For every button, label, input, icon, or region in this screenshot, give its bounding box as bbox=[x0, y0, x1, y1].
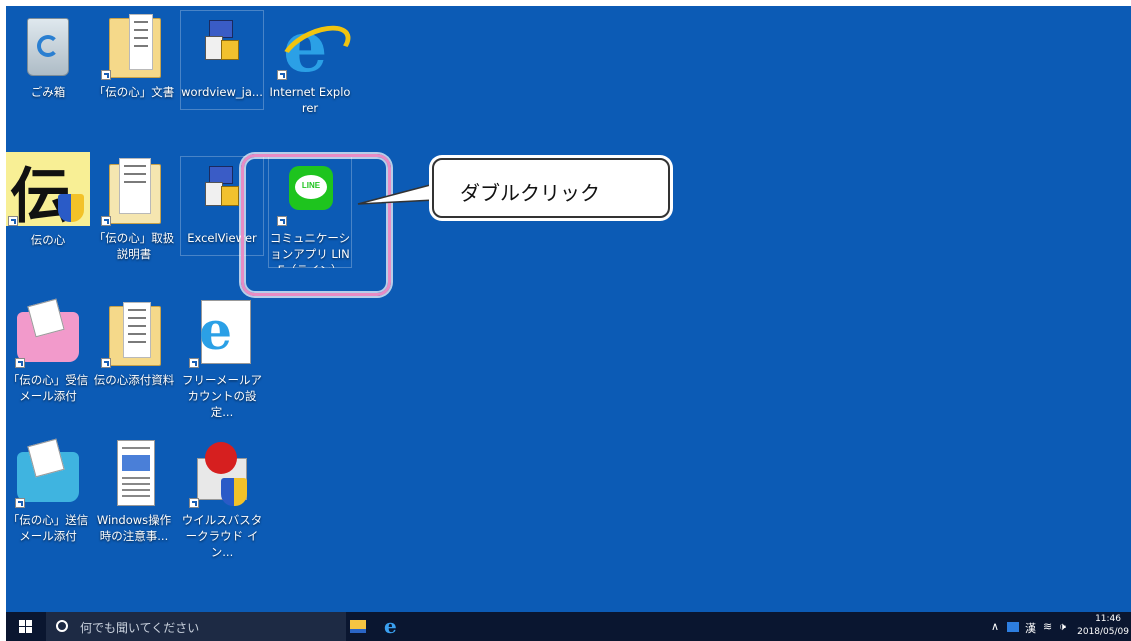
icon-label: ウイルスバスタークラウド イン... bbox=[181, 513, 263, 559]
blue-folder-icon bbox=[13, 438, 83, 508]
icon-label: Windows操作時の注意事... bbox=[96, 513, 172, 543]
wifi-icon[interactable]: ≋ bbox=[1043, 620, 1052, 633]
shortcut-arrow-icon bbox=[277, 70, 287, 80]
denshin-shortcut[interactable]: 伝 伝の心 bbox=[6, 152, 90, 248]
uac-shield-icon bbox=[58, 194, 84, 222]
denshin-docs-shortcut[interactable]: 「伝の心」文書 bbox=[92, 10, 176, 100]
received-attach-shortcut[interactable]: 「伝の心」受信メール添付 bbox=[6, 298, 90, 404]
attached-docs-shortcut[interactable]: 伝の心添付資料 bbox=[92, 298, 176, 388]
icon-label: wordview_ja... bbox=[181, 85, 263, 99]
search-input[interactable]: 何でも聞いてください ⏺ bbox=[46, 612, 358, 641]
instruction-callout: ダブルクリック bbox=[432, 158, 670, 218]
taskbar: 何でも聞いてください ⏺ e ∧ 漢 ≋ 🕩 11:46 2018/05/09 bbox=[6, 612, 1131, 641]
icon-label: ごみ箱 bbox=[30, 85, 66, 99]
icon-label: 「伝の心」受信メール添付 bbox=[7, 373, 89, 403]
icon-label: 「伝の心」取扱説明書 bbox=[93, 231, 175, 261]
recycle-bin-shortcut[interactable]: ごみ箱 bbox=[6, 10, 90, 100]
edge-browser-icon[interactable]: e bbox=[384, 614, 397, 638]
free-mail-shortcut[interactable]: e フリーメールアカウントの設定... bbox=[180, 298, 264, 420]
denshin-manual-shortcut[interactable]: 「伝の心」取扱説明書 bbox=[92, 156, 176, 262]
internet-explorer-icon: e bbox=[274, 10, 358, 82]
document-icon bbox=[99, 438, 169, 508]
windows-notes-shortcut[interactable]: Windows操作時の注意事... bbox=[92, 438, 176, 544]
manual-document-icon bbox=[99, 156, 169, 226]
icon-label: 「伝の心」送信メール添付 bbox=[7, 513, 89, 543]
desktop: ごみ箱 「伝の心」文書 wordview_ja... e Internet Ex… bbox=[6, 6, 1131, 612]
internet-explorer-shortcut[interactable]: e Internet Explorer bbox=[268, 10, 358, 116]
shortcut-arrow-icon bbox=[15, 358, 25, 368]
highlight-ring bbox=[241, 154, 391, 296]
file-explorer-icon[interactable] bbox=[350, 620, 366, 633]
icon-label: Internet Explorer bbox=[269, 85, 351, 115]
shortcut-arrow-icon bbox=[8, 216, 18, 226]
clock-date[interactable]: 2018/05/09 bbox=[1077, 627, 1129, 637]
icon-label: フリーメールアカウントの設定... bbox=[181, 373, 263, 419]
folder-icon bbox=[99, 10, 169, 80]
show-hidden-icons-button[interactable]: ∧ bbox=[991, 620, 999, 633]
clock-time[interactable]: 11:46 bbox=[1095, 614, 1121, 624]
shortcut-arrow-icon bbox=[189, 358, 199, 368]
callout-text: ダブルクリック bbox=[460, 181, 600, 205]
shortcut-arrow-icon bbox=[101, 216, 111, 226]
shortcut-arrow-icon bbox=[15, 498, 25, 508]
folder-icon bbox=[99, 298, 169, 368]
cortana-icon bbox=[56, 620, 68, 632]
sent-attach-shortcut[interactable]: 「伝の心」送信メール添付 bbox=[6, 438, 90, 544]
icon-label: 伝の心添付資料 bbox=[93, 373, 175, 387]
ie-document-icon: e bbox=[187, 298, 257, 368]
wordview-shortcut[interactable]: wordview_ja... bbox=[180, 10, 264, 110]
search-placeholder: 何でも聞いてください bbox=[80, 621, 200, 635]
virusbuster-icon bbox=[187, 438, 257, 508]
pink-folder-icon bbox=[13, 298, 83, 368]
virusbuster-shortcut[interactable]: ウイルスバスタークラウド イン... bbox=[180, 438, 264, 560]
volume-icon[interactable]: 🕩 bbox=[1059, 620, 1066, 634]
system-tray: ∧ 漢 ≋ 🕩 11:46 2018/05/09 bbox=[991, 612, 1131, 641]
denshin-logo-icon: 伝 bbox=[6, 152, 90, 232]
start-button[interactable] bbox=[6, 612, 46, 641]
shortcut-arrow-icon bbox=[189, 498, 199, 508]
keyboard-icon[interactable] bbox=[1007, 622, 1019, 632]
ime-mode-icon[interactable]: 漢 bbox=[1025, 620, 1036, 636]
icon-label: 「伝の心」文書 bbox=[93, 85, 175, 99]
shortcut-arrow-icon bbox=[101, 358, 111, 368]
recycle-bin-icon bbox=[13, 10, 83, 80]
installer-icon bbox=[187, 10, 257, 80]
shortcut-arrow-icon bbox=[101, 70, 111, 80]
